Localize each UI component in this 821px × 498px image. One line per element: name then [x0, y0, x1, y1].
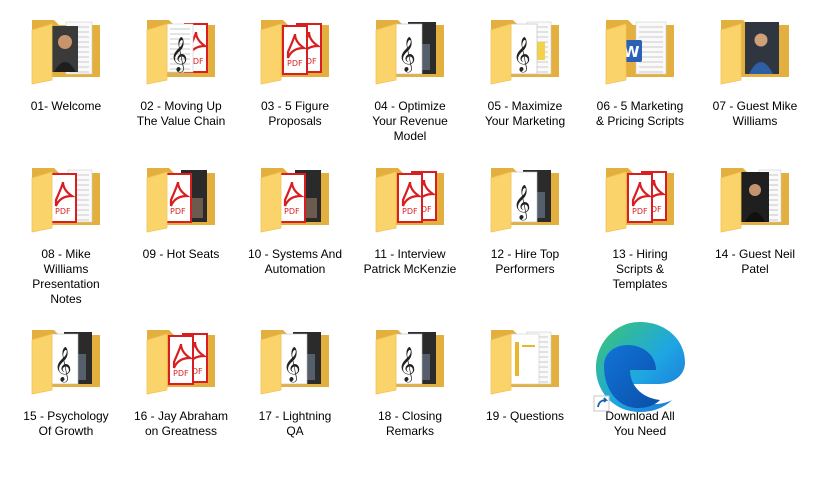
folder-pdf-icon: PDF PDF [374, 162, 446, 234]
item-label: 04 - Optimize Your Revenue Model [372, 99, 448, 143]
folder-item[interactable]: 𝄞 12 - Hire Top Performers [469, 162, 581, 277]
folder-item[interactable]: 𝄞 17 - Lightning QA [239, 324, 351, 439]
svg-text:PDF: PDF [284, 207, 300, 216]
svg-text:𝄞: 𝄞 [398, 347, 416, 383]
folder-item[interactable]: 𝄞 05 - Maximize Your Marketing [469, 14, 581, 129]
folder-item[interactable]: PDF PDF 13 - Hiring Scripts & Templates [584, 162, 696, 292]
folder-item[interactable]: 𝄞 04 - Optimize Your Revenue Model [354, 14, 466, 144]
folder-doc-icon [489, 324, 561, 396]
item-label: 18 - Closing Remarks [377, 409, 443, 438]
item-label: 15 - Psychology Of Growth [23, 409, 109, 438]
folder-item[interactable]: W 06 - 5 Marketing & Pricing Scripts [584, 14, 696, 129]
item-label: 09 - Hot Seats [142, 247, 220, 261]
folder-item[interactable]: 19 - Questions [469, 324, 581, 424]
file-grid: 01- Welcome PDF 𝄞 02 - Moving Up The Valu… [0, 0, 821, 498]
svg-text:𝄞: 𝄞 [513, 37, 531, 73]
folder-item[interactable]: PDF 09 - Hot Seats [125, 162, 237, 262]
item-label: 12 - Hire Top Performers [490, 247, 560, 276]
folder-item[interactable]: 𝄞 18 - Closing Remarks [354, 324, 466, 439]
item-label: 10 - Systems And Automation [247, 247, 343, 276]
folder-pdf-icon: PDF PDF [259, 14, 331, 86]
folder-audio-pdf-icon: PDF 𝄞 [145, 14, 217, 86]
folder-word-doc-icon: W [604, 14, 676, 86]
item-label: 02 - Moving Up The Value Chain [136, 99, 226, 128]
folder-item[interactable]: 07 - Guest Mike Williams [699, 14, 811, 129]
svg-text:PDF: PDF [402, 207, 418, 216]
shortcut-item[interactable]: Download All You Need [584, 322, 696, 439]
svg-text:𝄞: 𝄞 [283, 347, 301, 383]
folder-item[interactable]: PDF PDF 11 - Interview Patrick McKenzie [354, 162, 466, 277]
svg-text:𝄞: 𝄞 [170, 37, 188, 73]
folder-audio-doc-icon: 𝄞 [489, 14, 561, 86]
svg-text:PDF: PDF [632, 207, 648, 216]
svg-text:PDF: PDF [170, 207, 186, 216]
svg-text:PDF: PDF [287, 59, 303, 68]
folder-pdf-icon: PDF PDF [604, 162, 676, 234]
folder-photo-person-icon [719, 14, 791, 86]
svg-text:PDF: PDF [173, 369, 189, 378]
item-label: 05 - Maximize Your Marketing [484, 99, 566, 128]
folder-photo-person-icon [719, 162, 791, 234]
item-label: 13 - Hiring Scripts & Templates [612, 247, 668, 291]
folder-audio-video-icon: 𝄞 [374, 324, 446, 396]
folder-pdf-video-icon: PDF [145, 162, 217, 234]
item-label: 08 - Mike Williams Presentation Notes [32, 247, 100, 306]
folder-pdf-doc-icon: PDF [30, 162, 102, 234]
folder-item[interactable]: 𝄞 15 - Psychology Of Growth [10, 324, 122, 439]
item-label: 17 - Lightning QA [258, 409, 332, 438]
folder-pdf-video-icon: PDF [259, 162, 331, 234]
svg-text:PDF: PDF [55, 207, 71, 216]
item-label: 03 - 5 Figure Proposals [260, 99, 330, 128]
folder-pdf-icon: PDF PDF [145, 324, 217, 396]
svg-text:𝄞: 𝄞 [398, 37, 416, 73]
folder-item[interactable]: PDF PDF 16 - Jay Abraham on Greatness [125, 324, 237, 439]
item-label: 14 - Guest Neil Patel [714, 247, 796, 276]
folder-audio-video-icon: 𝄞 [489, 162, 561, 234]
folder-item[interactable]: PDF 𝄞 02 - Moving Up The Value Chain [125, 14, 237, 129]
item-label: 11 - Interview Patrick McKenzie [363, 247, 457, 276]
folder-item[interactable]: PDF 08 - Mike Williams Presentation Note… [10, 162, 122, 307]
folder-audio-video-icon: 𝄞 [30, 324, 102, 396]
folder-item[interactable]: PDF PDF 03 - 5 Figure Proposals [239, 14, 351, 129]
folder-audio-video-icon: 𝄞 [374, 14, 446, 86]
svg-text:𝄞: 𝄞 [54, 347, 72, 383]
folder-audio-video-icon: 𝄞 [259, 324, 331, 396]
edge-shortcut-icon [593, 322, 685, 412]
item-label: 06 - 5 Marketing & Pricing Scripts [595, 99, 685, 128]
item-label: 19 - Questions [485, 409, 565, 423]
item-label: 16 - Jay Abraham on Greatness [133, 409, 229, 438]
folder-item[interactable]: 01- Welcome [10, 14, 122, 114]
item-label: 07 - Guest Mike Williams [712, 99, 798, 128]
folder-photo-person-icon [30, 14, 102, 86]
svg-text:𝄞: 𝄞 [513, 185, 531, 221]
item-label: 01- Welcome [30, 99, 102, 113]
folder-item[interactable]: PDF 10 - Systems And Automation [239, 162, 351, 277]
folder-item[interactable]: 14 - Guest Neil Patel [699, 162, 811, 277]
